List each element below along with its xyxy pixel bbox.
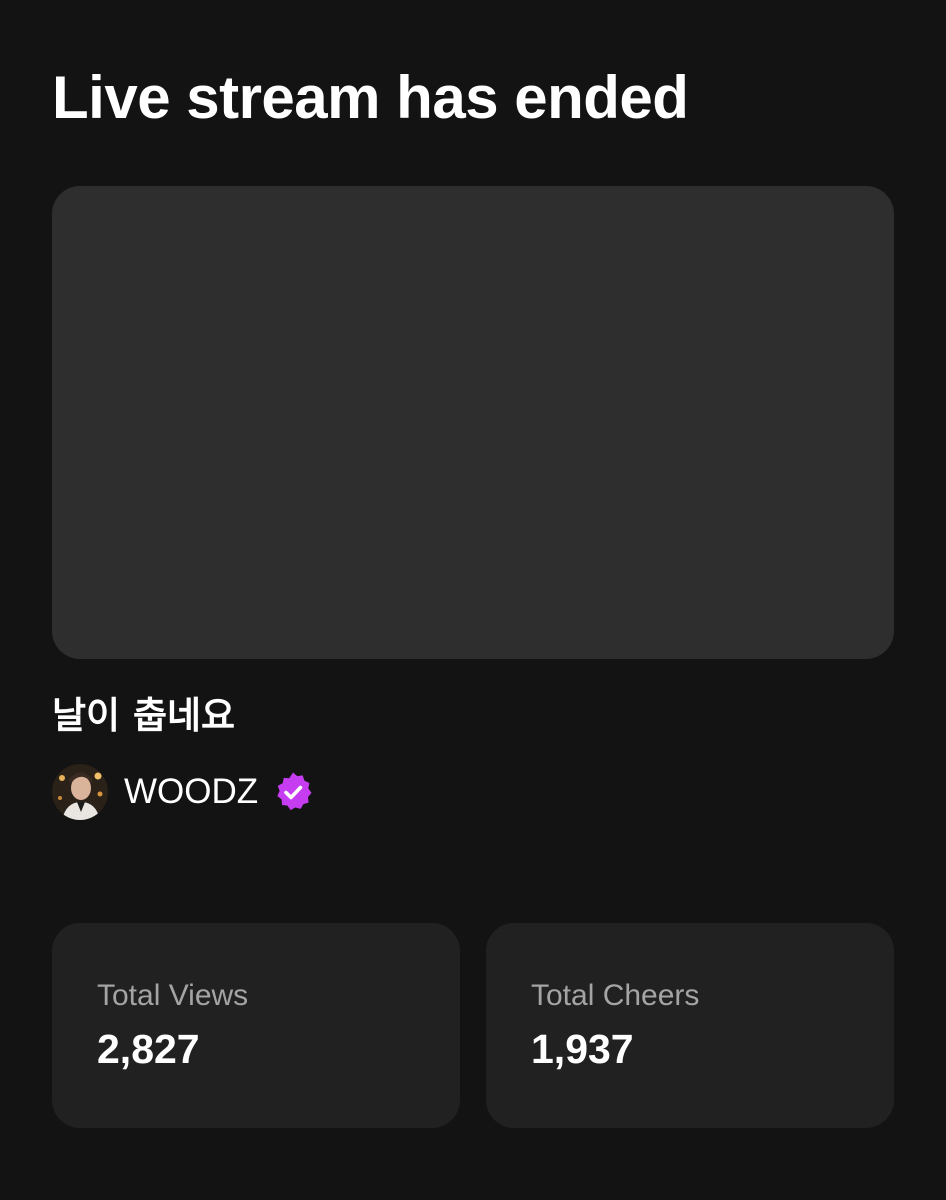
total-views-label: Total Views — [97, 979, 249, 1012]
verified-badge-icon — [277, 772, 312, 811]
page-title: Live stream has ended — [52, 64, 689, 131]
total-views-value: 2,827 — [97, 1026, 200, 1072]
stream-thumbnail[interactable] — [52, 186, 894, 659]
creator-name[interactable]: WOODZ — [124, 772, 258, 812]
creator-row[interactable]: WOODZ — [52, 764, 314, 820]
total-cheers-value: 1,937 — [531, 1026, 634, 1072]
avatar[interactable] — [52, 764, 108, 820]
total-views-card: Total Views 2,827 — [52, 923, 460, 1128]
total-cheers-label: Total Cheers — [531, 979, 700, 1012]
total-cheers-card: Total Cheers 1,937 — [486, 923, 894, 1128]
stream-title: 날이 춥네요 — [52, 694, 236, 737]
